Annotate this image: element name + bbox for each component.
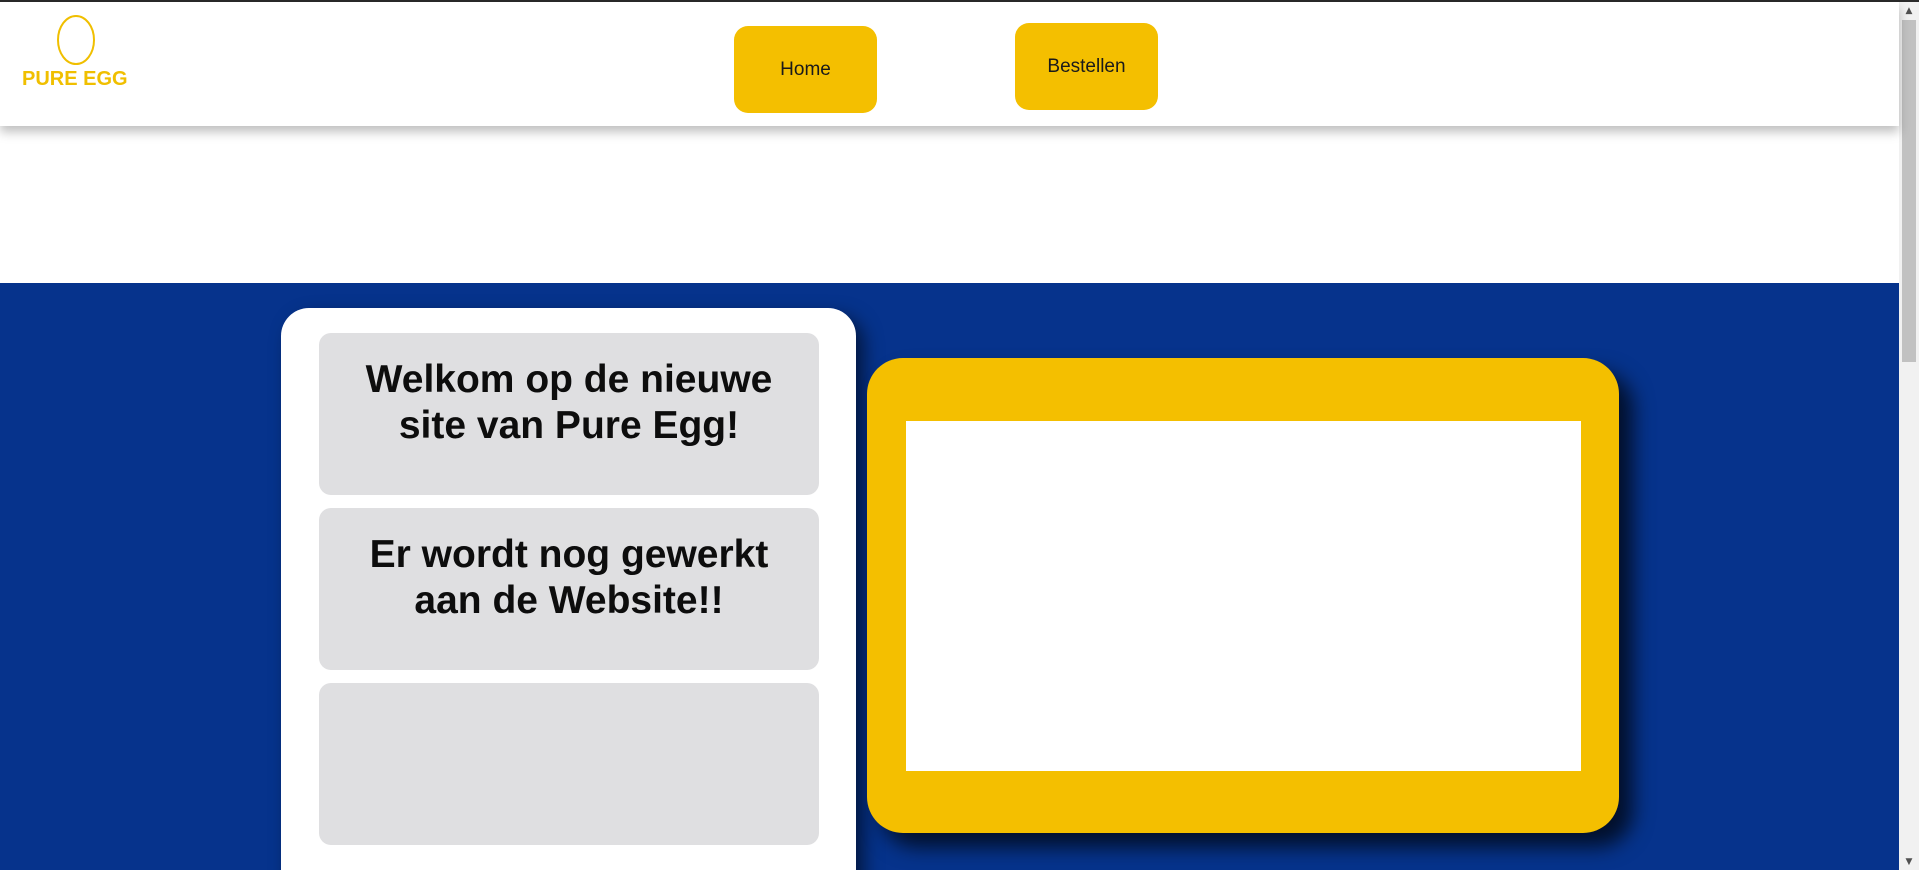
page: PURE EGG Home Bestellen Welkom op de nie… (0, 0, 1919, 870)
media-screen (906, 421, 1581, 771)
logo[interactable]: PURE EGG (20, 14, 135, 94)
logo-text: PURE EGG (22, 68, 128, 90)
nav-home-button[interactable]: Home (734, 26, 877, 113)
info-card: Welkom op de nieuwe site van Pure Egg! E… (281, 308, 856, 870)
page-scrollbar[interactable]: ▲ ▼ (1899, 2, 1919, 870)
welcome-panel: Welkom op de nieuwe site van Pure Egg! (319, 333, 819, 495)
scroll-down-icon[interactable]: ▼ (1899, 853, 1919, 870)
construction-heading: Er wordt nog gewerkt aan de Website!! (369, 533, 769, 622)
scroll-up-icon[interactable]: ▲ (1899, 2, 1919, 19)
empty-panel (319, 683, 819, 845)
construction-panel: Er wordt nog gewerkt aan de Website!! (319, 508, 819, 670)
nav-bestellen-button[interactable]: Bestellen (1015, 23, 1158, 110)
egg-icon (57, 15, 95, 65)
media-frame (867, 358, 1619, 833)
welcome-heading: Welkom op de nieuwe site van Pure Egg! (365, 358, 773, 447)
scroll-thumb[interactable] (1902, 20, 1916, 362)
site-header: PURE EGG Home Bestellen (0, 2, 1899, 126)
